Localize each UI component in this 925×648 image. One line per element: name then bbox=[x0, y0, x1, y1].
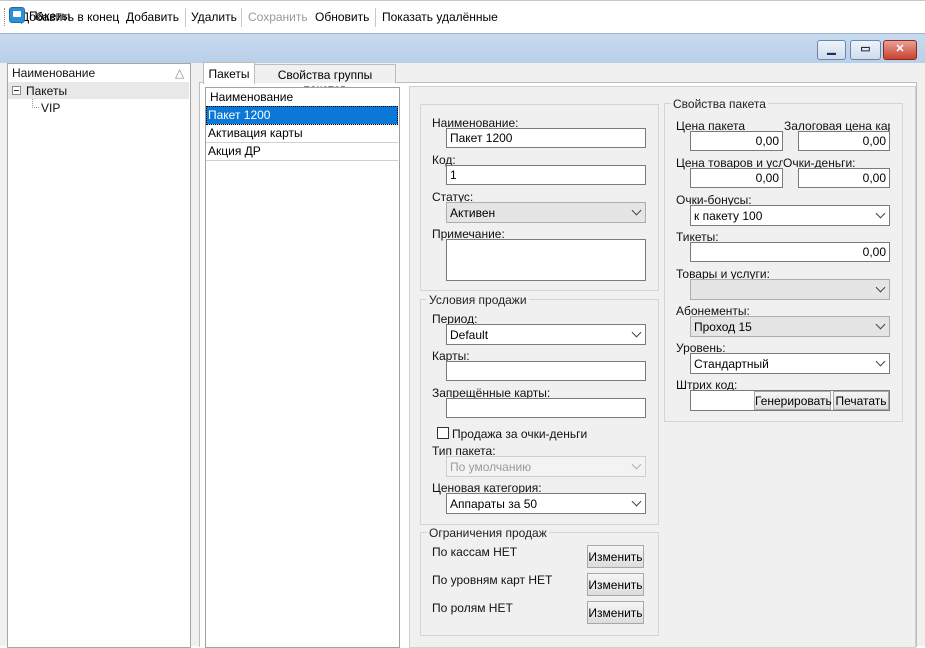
goods-price-value: 0,00 bbox=[755, 171, 779, 185]
deposit-input[interactable]: 0,00 bbox=[798, 131, 890, 151]
change-cash-button[interactable]: Изменить bbox=[587, 545, 644, 568]
change-label: Изменить bbox=[588, 606, 643, 620]
chevron-down-icon bbox=[875, 319, 886, 330]
level-value: Стандартный bbox=[694, 357, 769, 371]
chevron-down-icon bbox=[875, 356, 886, 367]
window-title-bar bbox=[0, 33, 925, 64]
show-deleted-button[interactable]: Показать удалённые bbox=[382, 10, 498, 24]
chevron-down-icon bbox=[631, 327, 642, 338]
change-levels-button[interactable]: Изменить bbox=[587, 573, 644, 596]
price-value: 0,00 bbox=[755, 134, 779, 148]
toolbar-separator bbox=[241, 8, 242, 27]
collapse-icon[interactable] bbox=[12, 86, 21, 95]
close-button[interactable]: ✕ bbox=[883, 40, 917, 60]
points-sale-checkbox[interactable] bbox=[437, 427, 449, 439]
sale-conditions-title: Условия продажи bbox=[427, 293, 529, 307]
generate-button[interactable]: Генерировать bbox=[754, 391, 832, 410]
change-label: Изменить bbox=[588, 550, 643, 564]
list-item[interactable]: Акция ДР bbox=[206, 142, 398, 161]
chevron-down-icon bbox=[875, 208, 886, 219]
toolbar-separator bbox=[375, 8, 376, 27]
maximize-button[interactable]: ▭ bbox=[850, 40, 881, 60]
code-input[interactable]: 1 bbox=[446, 165, 646, 185]
sort-icon: △ bbox=[175, 66, 185, 80]
deposit-value: 0,00 bbox=[862, 134, 886, 148]
tab-packages[interactable]: Пакеты bbox=[203, 62, 255, 84]
status-select[interactable]: Активен bbox=[446, 202, 646, 223]
list-header-label: Наименование bbox=[210, 90, 294, 104]
note-textarea[interactable] bbox=[446, 239, 646, 281]
save-button[interactable]: Сохранить bbox=[248, 10, 308, 24]
bonus-value: к пакету 100 bbox=[694, 209, 763, 223]
package-list[interactable] bbox=[205, 87, 400, 648]
app-icon bbox=[9, 7, 25, 23]
name-value: Пакет 1200 bbox=[450, 131, 513, 145]
refresh-button[interactable]: Обновить bbox=[315, 10, 369, 24]
tree-node-packages[interactable]: Пакеты bbox=[26, 84, 67, 98]
list-item[interactable]: Активация карты bbox=[206, 124, 398, 143]
tree-node-vip[interactable]: VIP bbox=[41, 101, 60, 115]
package-type-value: По умолчанию bbox=[450, 460, 532, 474]
delete-button[interactable]: Удалить bbox=[191, 10, 237, 24]
chevron-down-icon bbox=[631, 459, 642, 470]
chevron-down-icon bbox=[875, 282, 886, 293]
chevron-down-icon bbox=[631, 205, 642, 216]
print-label: Печатать bbox=[835, 394, 887, 408]
price-category-value: Аппараты за 50 bbox=[450, 497, 538, 511]
toolbar-separator bbox=[185, 8, 186, 27]
list-item[interactable]: Пакет 1200 bbox=[206, 106, 398, 125]
subscriptions-select[interactable]: Проход 15 bbox=[690, 316, 890, 337]
tab-label: Пакеты bbox=[208, 67, 250, 81]
window-title: Пакеты bbox=[29, 9, 71, 23]
points-sale-label[interactable]: Продажа за очки-деньги bbox=[452, 427, 587, 441]
period-value: Default bbox=[450, 328, 489, 342]
change-label: Изменить bbox=[588, 578, 643, 592]
points-money-value: 0,00 bbox=[862, 171, 886, 185]
toolbar-grip[interactable] bbox=[4, 8, 7, 26]
tab-group-properties[interactable]: Свойства группы пакетов bbox=[254, 64, 396, 96]
bonus-select[interactable]: к пакету 100 bbox=[690, 205, 890, 226]
minimize-icon: ▁ bbox=[827, 43, 836, 55]
group-tree[interactable] bbox=[7, 63, 191, 648]
package-properties-title: Свойства пакета bbox=[671, 97, 768, 111]
price-input[interactable]: 0,00 bbox=[690, 131, 783, 151]
print-button[interactable]: Печатать bbox=[833, 391, 889, 410]
change-roles-button[interactable]: Изменить bbox=[587, 601, 644, 624]
tree-header-label: Наименование bbox=[12, 66, 96, 80]
maximize-icon: ▭ bbox=[860, 43, 871, 55]
generate-label: Генерировать bbox=[755, 394, 832, 408]
status-value: Активен bbox=[450, 206, 496, 220]
tickets-input[interactable]: 0,00 bbox=[690, 242, 890, 262]
chevron-down-icon bbox=[631, 496, 642, 507]
price-category-select[interactable]: Аппараты за 50 bbox=[446, 493, 646, 514]
period-select[interactable]: Default bbox=[446, 324, 646, 345]
goods-price-input[interactable]: 0,00 bbox=[690, 168, 783, 188]
level-restriction-label: По уровням карт НЕТ bbox=[432, 573, 553, 587]
forbidden-cards-input[interactable] bbox=[446, 398, 646, 418]
level-select[interactable]: Стандартный bbox=[690, 353, 890, 374]
list-item-label: Активация карты bbox=[208, 126, 303, 140]
list-item-label: Пакет 1200 bbox=[208, 108, 271, 122]
minimize-button[interactable]: ▁ bbox=[817, 40, 846, 60]
role-restriction-label: По ролям НЕТ bbox=[432, 601, 513, 615]
name-input[interactable]: Пакет 1200 bbox=[446, 128, 646, 148]
package-type-select[interactable]: По умолчанию bbox=[446, 456, 646, 477]
tickets-value: 0,00 bbox=[862, 245, 886, 259]
cash-restriction-label: По кассам НЕТ bbox=[432, 545, 518, 559]
code-value: 1 bbox=[450, 168, 457, 182]
cards-input[interactable] bbox=[446, 361, 646, 381]
subscriptions-value: Проход 15 bbox=[694, 320, 752, 334]
list-item-label: Акция ДР bbox=[208, 144, 261, 158]
add-button[interactable]: Добавить bbox=[126, 10, 179, 24]
goods-select[interactable] bbox=[690, 279, 890, 300]
tree-connector bbox=[32, 99, 39, 108]
close-icon: ✕ bbox=[895, 43, 905, 55]
points-money-input[interactable]: 0,00 bbox=[798, 168, 890, 188]
restrictions-title: Ограничения продаж bbox=[427, 526, 549, 540]
